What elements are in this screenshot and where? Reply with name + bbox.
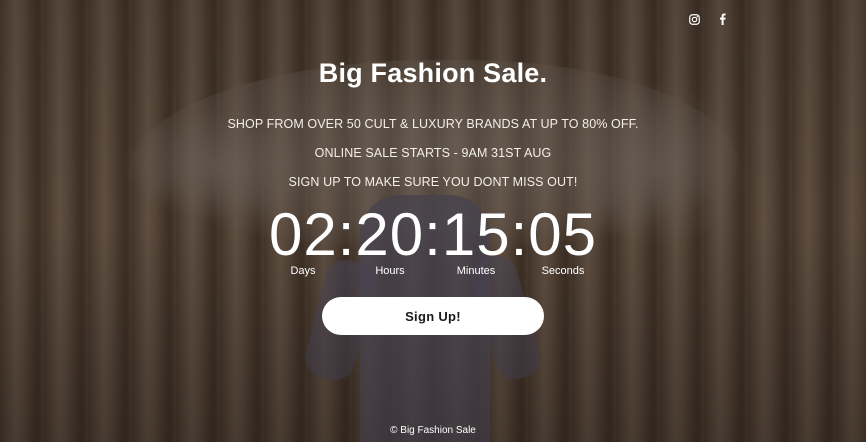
promo-line-brands: SHOP FROM OVER 50 CULT & LUXURY BRANDS A…: [227, 117, 639, 131]
countdown-label-seconds: Seconds: [541, 265, 585, 277]
footer-copyright: © Big Fashion Sale: [390, 425, 476, 436]
promo-line-start: ONLINE SALE STARTS - 9AM 31ST AUG: [314, 146, 552, 160]
social-links: [688, 12, 728, 26]
page-title: Big Fashion Sale.: [318, 58, 548, 88]
signup-button[interactable]: Sign Up!: [322, 297, 544, 335]
countdown-timer: 02:20:15:05: [269, 201, 597, 268]
facebook-icon[interactable]: [716, 12, 728, 26]
countdown-label-hours: Hours: [375, 265, 405, 277]
promo-line-signup: SIGN UP TO MAKE SURE YOU DONT MISS OUT!: [288, 175, 578, 189]
countdown-label-minutes: Minutes: [456, 265, 496, 277]
instagram-icon[interactable]: [688, 12, 700, 26]
countdown-label-days: Days: [290, 265, 316, 277]
